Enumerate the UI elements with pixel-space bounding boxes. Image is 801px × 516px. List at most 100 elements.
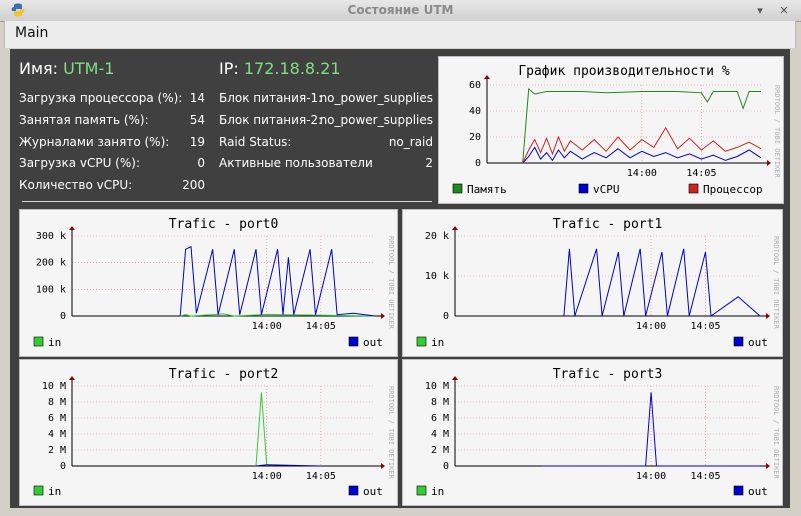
chart-title: Trafic - port3 (553, 367, 663, 382)
y-axis-arrow (69, 226, 75, 230)
legend-label: in (48, 485, 61, 498)
x-axis-arrow (381, 313, 385, 319)
active-users-value: 2 (425, 156, 433, 170)
main-panel: Имя: UTM-1 IP: 172.18.8.21 Загрузка проц… (10, 49, 790, 508)
y-tick-label: 20 (469, 132, 481, 143)
y-axis-arrow (484, 75, 490, 79)
legend-swatch (688, 183, 699, 194)
legend-label: out (748, 485, 768, 498)
x-tick-label: 14:00 (636, 321, 666, 332)
x-tick-label: 14:00 (252, 471, 282, 482)
y-tick-label: 0 (443, 311, 449, 322)
series-line (179, 245, 376, 317)
chart-watermark: RRDTOOL / TOBI OETIKER (387, 386, 395, 480)
y-tick-label: 2 M (431, 445, 449, 456)
y-tick-label: 100 k (36, 284, 66, 295)
legend-label: Процессор (703, 183, 763, 196)
device-name: Имя: UTM-1 (19, 59, 114, 78)
y-tick-label: 10 k (425, 271, 449, 282)
series-line (563, 248, 761, 317)
y-tick-label: 0 (475, 158, 481, 169)
menubar: Main (4, 21, 796, 48)
logs-used-value: 19 (189, 135, 205, 149)
legend-label: out (363, 336, 383, 349)
legend-swatch (348, 336, 359, 347)
y-tick-label: 0 (60, 461, 66, 472)
y-tick-label: 10 M (425, 381, 449, 392)
x-axis-arrow (766, 463, 770, 469)
memory-used-value: 54 (189, 113, 205, 127)
y-axis-arrow (69, 376, 75, 380)
y-tick-label: 8 M (431, 397, 449, 408)
chart-title: Trafic - port1 (553, 217, 663, 232)
legend-label: in (431, 336, 444, 349)
x-axis-arrow (766, 313, 770, 319)
y-tick-label: 40 (469, 106, 481, 117)
chart-performance: График производительности %604020013:501… (438, 56, 784, 204)
x-axis-arrow (381, 463, 385, 469)
name-label: Имя: (19, 59, 59, 78)
legend-label: out (748, 336, 768, 349)
psu1-value: no_power_supplies (319, 91, 433, 105)
window-title: Состояние UTM (347, 3, 454, 17)
x-tick-label: 14:05 (690, 321, 720, 332)
legend-swatch (33, 336, 44, 347)
y-tick-label: 4 M (431, 429, 449, 440)
x-axis-arrow (767, 160, 771, 166)
legend-swatch (452, 183, 463, 194)
legend-swatch (33, 485, 44, 496)
y-tick-label: 20 k (425, 231, 449, 242)
raid-status-label: Raid Status: (219, 135, 292, 149)
legend-swatch (416, 485, 427, 496)
y-tick-label: 0 (60, 311, 66, 322)
y-tick-label: 200 k (36, 258, 66, 269)
chart-port3: Trafic - port310 M8 M6 M4 M2 M013:5013:5… (402, 359, 783, 506)
y-tick-label: 6 M (431, 413, 449, 424)
psu2-value: no_power_supplies (319, 113, 433, 127)
chart-title: График производительности % (518, 64, 729, 79)
close-button[interactable]: ✕ (776, 3, 792, 19)
x-tick-label: 14:00 (252, 321, 282, 332)
legend-swatch (416, 336, 427, 347)
legend-label: Память (467, 183, 507, 196)
chart-port0: Trafic - port0300 k200 k100 k013:5013:55… (19, 209, 398, 357)
raid-status-value: no_raid (388, 135, 433, 149)
separator (22, 201, 432, 202)
ip-value: 172.18.8.21 (243, 59, 341, 78)
x-tick-label: 14:00 (627, 168, 657, 179)
legend-label: in (431, 485, 444, 498)
memory-used-label: Занятая память (%): (19, 113, 149, 127)
x-tick-label: 14:05 (306, 321, 336, 332)
chart-svg: Trafic - port0300 k200 k100 k013:5013:55… (33, 217, 395, 349)
chart-watermark: RRDTOOL / TOBI OETIKER (772, 236, 780, 330)
name-value: UTM-1 (63, 59, 115, 78)
legend-swatch (578, 183, 589, 194)
chart-port1: Trafic - port120 k10 k013:5013:5514:0014… (402, 209, 783, 357)
ip-label: IP: (219, 59, 239, 78)
cpu-load-value: 14 (189, 91, 205, 105)
device-ip: IP: 172.18.8.21 (219, 59, 341, 78)
psu2-label: Блок питания-2: (219, 113, 323, 127)
minimize-button[interactable]: ▾ (752, 3, 768, 19)
vcpu-count-label: Количество vCPU: (19, 178, 133, 192)
chart-svg: График производительности %604020013:501… (452, 64, 781, 196)
legend-label: out (363, 485, 383, 498)
chart-port2: Trafic - port210 M8 M6 M4 M2 M013:5013:5… (19, 359, 398, 506)
chart-svg: Trafic - port210 M8 M6 M4 M2 M013:5013:5… (33, 367, 395, 498)
legend-swatch (733, 485, 744, 496)
series-line (542, 392, 760, 467)
y-axis-arrow (452, 226, 458, 230)
y-tick-label: 4 M (48, 429, 66, 440)
y-tick-label: 2 M (48, 445, 66, 456)
chart-watermark: RRDTOOL / TOBI OETIKER (387, 236, 395, 330)
menu-main[interactable]: Main (15, 25, 48, 41)
x-tick-label: 14:05 (686, 168, 716, 179)
y-tick-label: 0 (443, 461, 449, 472)
chart-title: Trafic - port0 (169, 217, 279, 232)
psu1-label: Блок питания-1: (219, 91, 323, 105)
window-titlebar: Состояние UTM ▾ ✕ (0, 0, 801, 22)
y-tick-label: 8 M (48, 397, 66, 408)
vcpu-load-value: 0 (197, 156, 205, 170)
legend-label: vCPU (593, 183, 620, 196)
y-tick-label: 300 k (36, 231, 66, 242)
